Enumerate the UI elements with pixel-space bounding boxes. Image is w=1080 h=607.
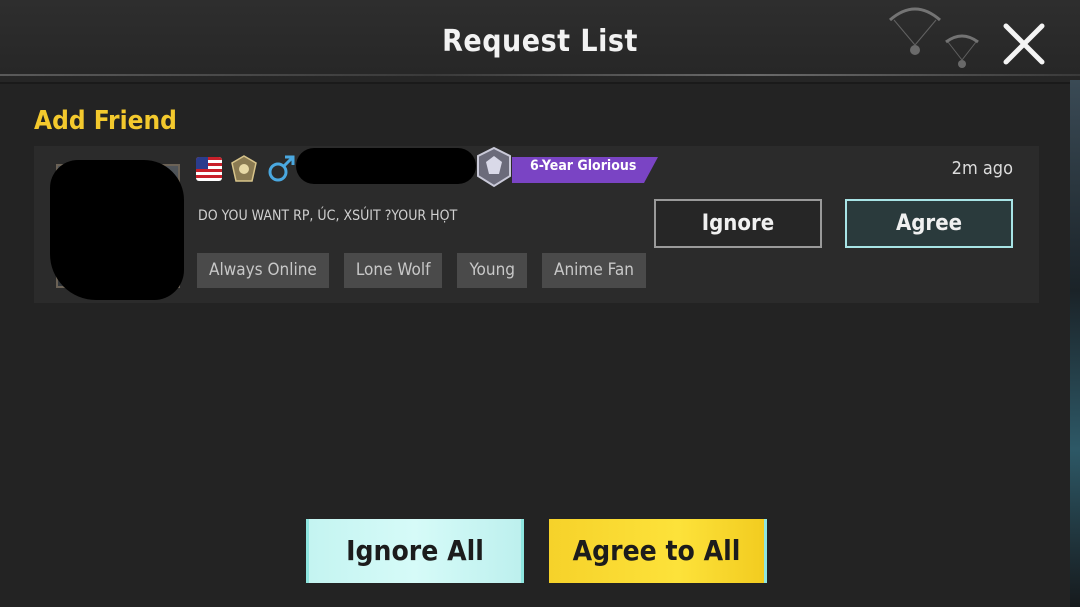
us-flag-icon [196, 157, 222, 181]
achievement-badge: 6-Year Glorious [472, 146, 662, 188]
agree-button[interactable]: Agree [845, 199, 1013, 248]
redaction-mark [50, 160, 184, 300]
ignore-all-button[interactable]: Ignore All [306, 519, 524, 583]
ignore-button[interactable]: Ignore [654, 199, 822, 248]
request-time: 2m ago [951, 158, 1013, 179]
tag-item: Young [457, 253, 528, 288]
tag-item: Anime Fan [542, 253, 646, 288]
badge-label: 6-Year Glorious [530, 158, 637, 174]
agree-to-all-button[interactable]: Agree to All [549, 519, 767, 583]
male-icon [268, 155, 295, 182]
header-divider [0, 74, 1080, 76]
laurel-emblem-icon [477, 146, 511, 188]
redaction-mark [296, 148, 476, 184]
friend-request-card: 6-Year Glorious DO YOU WANT RP, ÚC, XSÚI… [34, 146, 1039, 303]
rank-emblem-icon [231, 155, 257, 182]
player-icons [196, 154, 296, 184]
section-title: Add Friend [34, 106, 177, 136]
background-edge [1070, 80, 1080, 607]
tag-item: Lone Wolf [343, 253, 443, 288]
dialog-header: Request List [0, 0, 1080, 84]
close-icon[interactable] [1000, 20, 1048, 68]
tag-item: Always Online [197, 253, 329, 288]
parachute-decoration-icon [889, 7, 979, 68]
player-bio: DO YOU WANT RP, ÚC, XSÚIT ?YOUR HỌT [198, 208, 458, 224]
tag-list: Always Online Lone Wolf Young Anime Fan [197, 253, 646, 288]
